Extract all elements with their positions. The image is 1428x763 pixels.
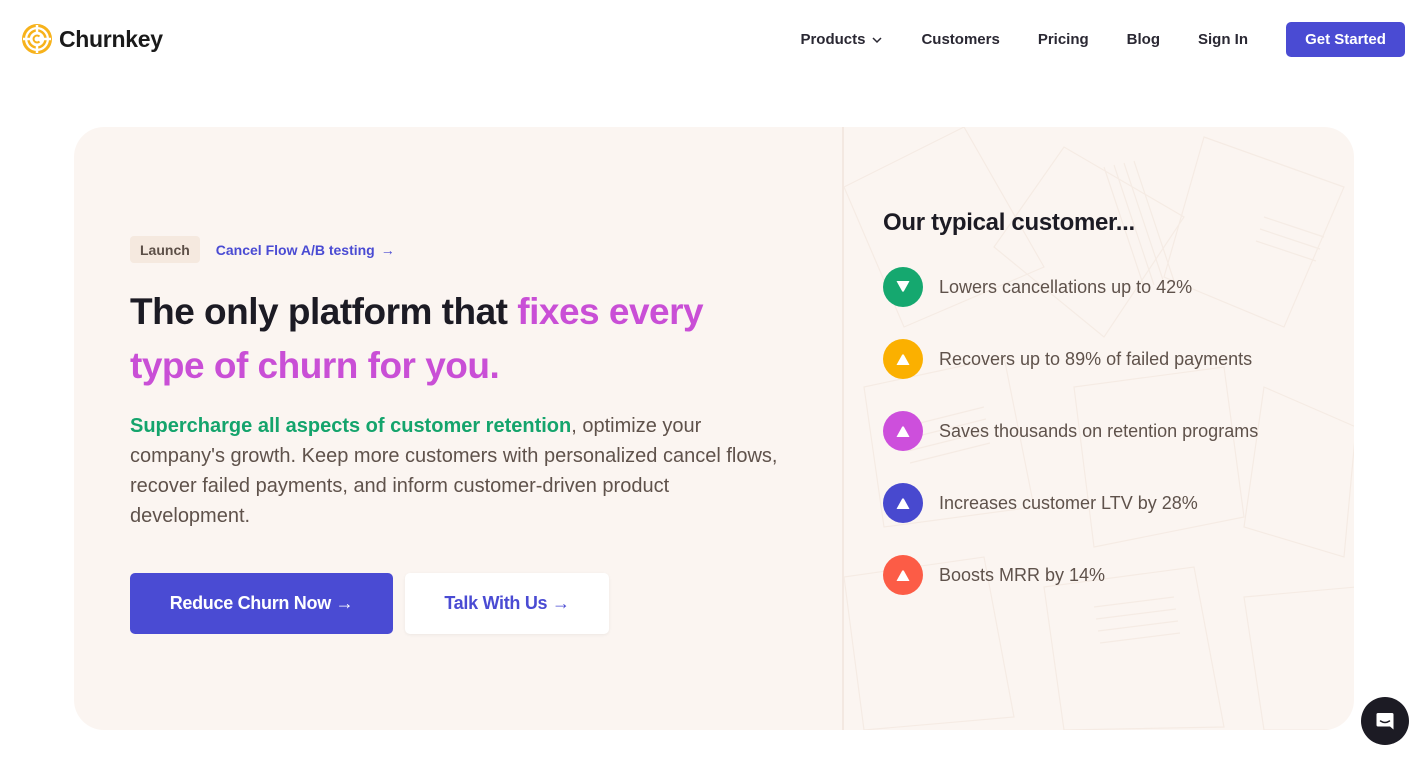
hero-card: Launch Cancel Flow A/B testing → The onl… bbox=[74, 127, 1354, 730]
triangle-up-icon bbox=[896, 570, 910, 581]
description-highlight: Supercharge all aspects of customer rete… bbox=[130, 415, 572, 437]
stat-item: Recovers up to 89% of failed payments bbox=[883, 339, 1252, 379]
arrow-right-icon: → bbox=[380, 241, 395, 258]
triangle-up-icon bbox=[896, 498, 910, 509]
stat-item: Saves thousands on retention programs bbox=[883, 411, 1258, 451]
talk-with-us-button[interactable]: Talk With Us → bbox=[405, 573, 609, 634]
stat-item: Lowers cancellations up to 42% bbox=[883, 267, 1192, 307]
stat-text: Lowers cancellations up to 42% bbox=[939, 276, 1193, 297]
nav-products-label: Products bbox=[800, 31, 866, 48]
stat-text: Recovers up to 89% of failed payments bbox=[939, 348, 1253, 369]
announcement-link-label: Cancel Flow A/B testing bbox=[215, 241, 375, 258]
reduce-churn-button[interactable]: Reduce Churn Now → bbox=[130, 573, 393, 634]
launch-badge: Launch bbox=[130, 236, 200, 263]
triangle-up-icon bbox=[896, 426, 910, 437]
stat-icon-badge bbox=[883, 339, 923, 379]
stat-icon-badge bbox=[883, 555, 923, 595]
triangle-up-icon bbox=[896, 354, 910, 365]
announcement-link[interactable]: Cancel Flow A/B testing → bbox=[216, 242, 395, 258]
churnkey-logo-icon bbox=[22, 24, 52, 54]
nav-products[interactable]: Products bbox=[800, 31, 883, 48]
triangle-down-icon bbox=[896, 281, 910, 292]
chat-launcher-button[interactable] bbox=[1361, 697, 1409, 745]
stat-text: Boosts MRR by 14% bbox=[939, 564, 1106, 585]
brand-logo[interactable]: Churnkey bbox=[21, 23, 163, 55]
nav-customers[interactable]: Customers bbox=[921, 31, 999, 48]
main-nav: Products Customers Pricing Blog Sign In … bbox=[800, 22, 1405, 57]
brand-name: Churnkey bbox=[59, 25, 163, 52]
stat-icon-badge bbox=[883, 411, 923, 451]
hero-headline: The only platform that fixes every type … bbox=[130, 285, 770, 393]
nav-blog[interactable]: Blog bbox=[1127, 31, 1160, 48]
nav-pricing[interactable]: Pricing bbox=[1038, 31, 1089, 48]
site-header: Churnkey Products Customers Pricing Blog… bbox=[0, 0, 1428, 80]
stat-text: Saves thousands on retention programs bbox=[939, 420, 1259, 441]
stat-item: Boosts MRR by 14% bbox=[883, 555, 1105, 595]
nav-sign-in[interactable]: Sign In bbox=[1198, 31, 1248, 48]
headline-plain: The only platform that bbox=[130, 291, 518, 332]
stat-icon-badge bbox=[883, 483, 923, 523]
chevron-down-icon bbox=[872, 36, 882, 43]
get-started-button[interactable]: Get Started bbox=[1286, 22, 1405, 57]
announcement: Launch Cancel Flow A/B testing → bbox=[130, 236, 395, 263]
stat-item: Increases customer LTV by 28% bbox=[883, 483, 1198, 523]
stat-icon-badge bbox=[883, 267, 923, 307]
hero-description: Supercharge all aspects of customer rete… bbox=[130, 411, 780, 531]
stat-text: Increases customer LTV by 28% bbox=[939, 492, 1198, 513]
chat-icon bbox=[1376, 713, 1394, 730]
stats-title: Our typical customer... bbox=[883, 209, 1135, 236]
